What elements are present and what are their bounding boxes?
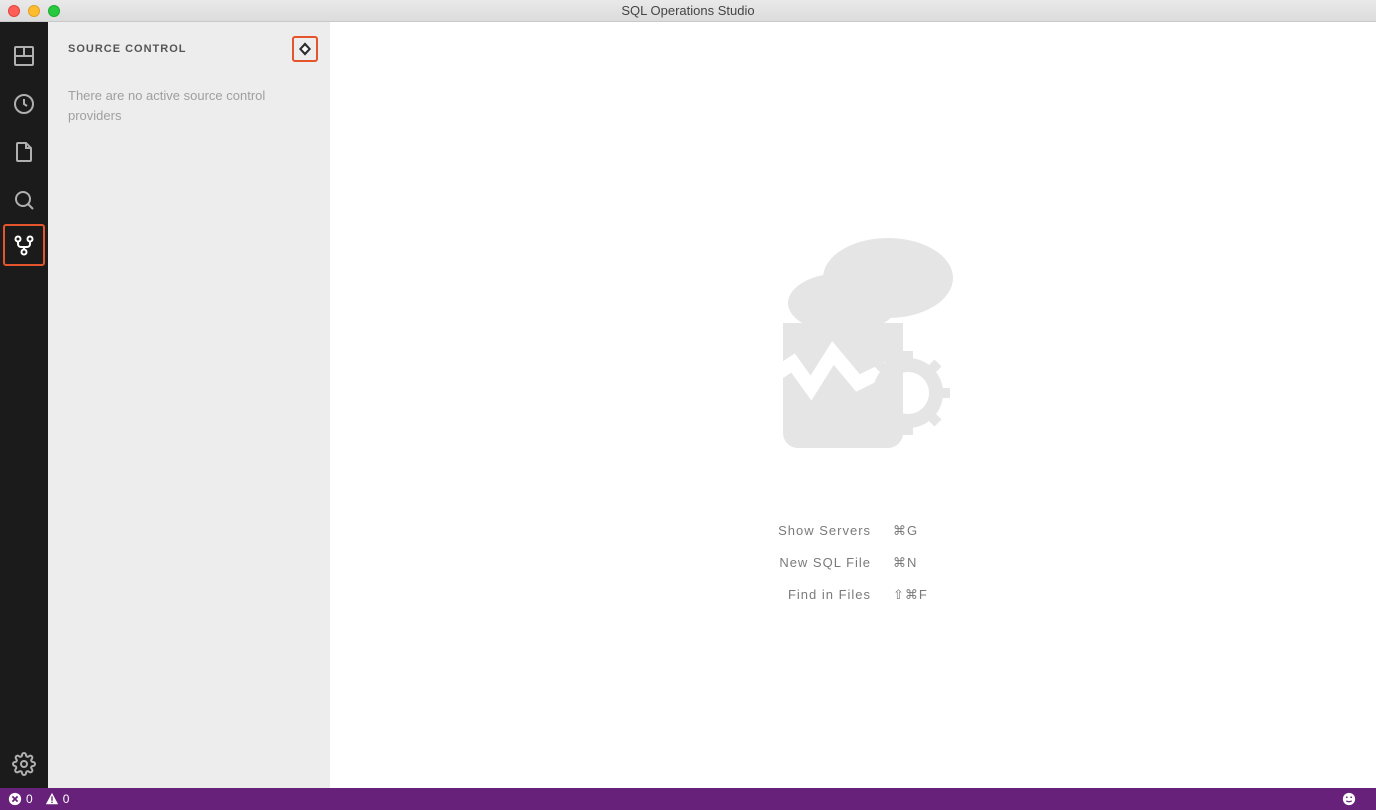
status-errors[interactable]: 0 <box>8 792 33 806</box>
welcome-shortcuts: Show Servers ⌘G New SQL File ⌘N Find in … <box>778 523 928 603</box>
shortcut-label: Show Servers <box>778 523 871 539</box>
maximize-window-button[interactable] <box>48 5 60 17</box>
shortcut-keys: ⌘G <box>893 523 928 539</box>
shortcut-keys: ⇧⌘F <box>893 587 928 603</box>
initialize-repository-icon[interactable] <box>292 36 318 62</box>
source-control-icon[interactable] <box>3 224 45 266</box>
sidebar-empty-message: There are no active source control provi… <box>48 64 330 125</box>
window-title: SQL Operations Studio <box>0 3 1376 18</box>
search-icon[interactable] <box>0 176 48 224</box>
editor-welcome: Show Servers ⌘G New SQL File ⌘N Find in … <box>330 22 1376 788</box>
sidebar-source-control: SOURCE CONTROL There are no active sourc… <box>48 22 330 788</box>
settings-gear-icon[interactable] <box>0 740 48 788</box>
shortcut-keys: ⌘N <box>893 555 928 571</box>
welcome-watermark-icon <box>723 208 983 473</box>
task-history-icon[interactable] <box>0 80 48 128</box>
minimize-window-button[interactable] <box>28 5 40 17</box>
status-feedback-icon[interactable] <box>1342 792 1356 806</box>
servers-icon[interactable] <box>0 32 48 80</box>
close-window-button[interactable] <box>8 5 20 17</box>
shortcut-label: Find in Files <box>778 587 871 603</box>
sidebar-title: SOURCE CONTROL <box>68 43 187 55</box>
explorer-icon[interactable] <box>0 128 48 176</box>
status-errors-count: 0 <box>26 792 33 806</box>
status-warnings-count: 0 <box>63 792 70 806</box>
activity-bar <box>0 22 48 788</box>
window-controls <box>0 5 60 17</box>
status-bar: 0 0 <box>0 788 1376 810</box>
sidebar-header: SOURCE CONTROL <box>48 34 330 64</box>
shortcut-label: New SQL File <box>778 555 871 571</box>
titlebar: SQL Operations Studio <box>0 0 1376 22</box>
status-warnings[interactable]: 0 <box>45 792 70 806</box>
